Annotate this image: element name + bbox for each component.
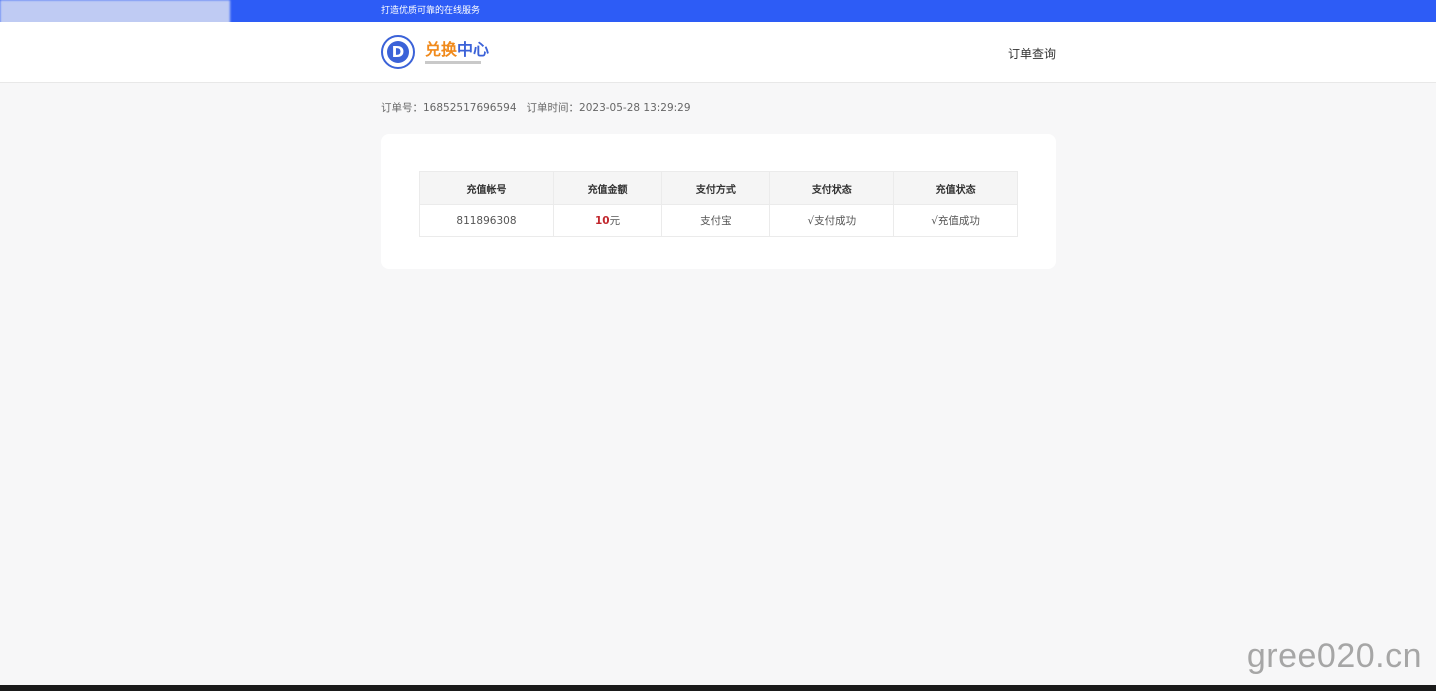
cell-payment-status: √支付成功 [769, 204, 895, 237]
site-header: D 兑换中心 订单查询 [0, 22, 1436, 83]
cell-amount: 10元 [552, 204, 663, 237]
cell-account: 811896308 [419, 204, 554, 237]
amount-unit: 元 [609, 215, 621, 227]
order-result-table: 充值帐号 充值金额 支付方式 支付状态 充值状态 811896308 10元 支… [419, 171, 1018, 237]
order-time-label: 订单时间： [526, 102, 580, 114]
slogan-text: 打造优质可靠的在线服务 [381, 6, 481, 16]
logo-letter: D [387, 41, 409, 63]
table-header-row: 充值帐号 充值金额 支付方式 支付状态 充值状态 [419, 171, 1018, 205]
logo-d-icon: D [381, 35, 415, 69]
cell-payment-method: 支付宝 [661, 204, 771, 237]
col-header-payment-status: 支付状态 [769, 171, 895, 205]
logo-subtitle-bar [425, 60, 481, 64]
order-number-label: 订单号： [381, 102, 423, 114]
logo-title: 兑换中心 [425, 39, 490, 59]
amount-number: 10 [595, 215, 610, 227]
logo-title-part2: 中心 [457, 39, 490, 59]
col-header-amount: 充值金额 [552, 171, 663, 205]
logo-text-group: 兑换中心 [425, 39, 490, 64]
col-header-payment-method: 支付方式 [661, 171, 771, 205]
nav-order-query-link[interactable]: 订单查询 [1008, 45, 1056, 62]
table-row: 811896308 10元 支付宝 √支付成功 √充值成功 [419, 204, 1018, 237]
order-info: 订单号：16852517696594 订单时间：2023-05-28 13:29:… [381, 101, 691, 115]
col-header-recharge-status: 充值状态 [893, 171, 1018, 205]
top-banner: 打造优质可靠的在线服务 [0, 0, 1436, 30]
bottom-edge-bar [0, 685, 1436, 691]
watermark-text: gree020.cn [1246, 637, 1422, 675]
cell-recharge-status: √充值成功 [893, 204, 1018, 237]
logo-title-part1: 兑换 [425, 39, 458, 59]
site-logo[interactable]: D 兑换中心 [381, 33, 489, 71]
order-result-card: 充值帐号 充值金额 支付方式 支付状态 充值状态 811896308 10元 支… [381, 134, 1056, 269]
order-time: 2023-05-28 13:29:29 [579, 102, 691, 114]
order-number: 16852517696594 [423, 102, 517, 114]
col-header-account: 充值帐号 [419, 171, 554, 205]
